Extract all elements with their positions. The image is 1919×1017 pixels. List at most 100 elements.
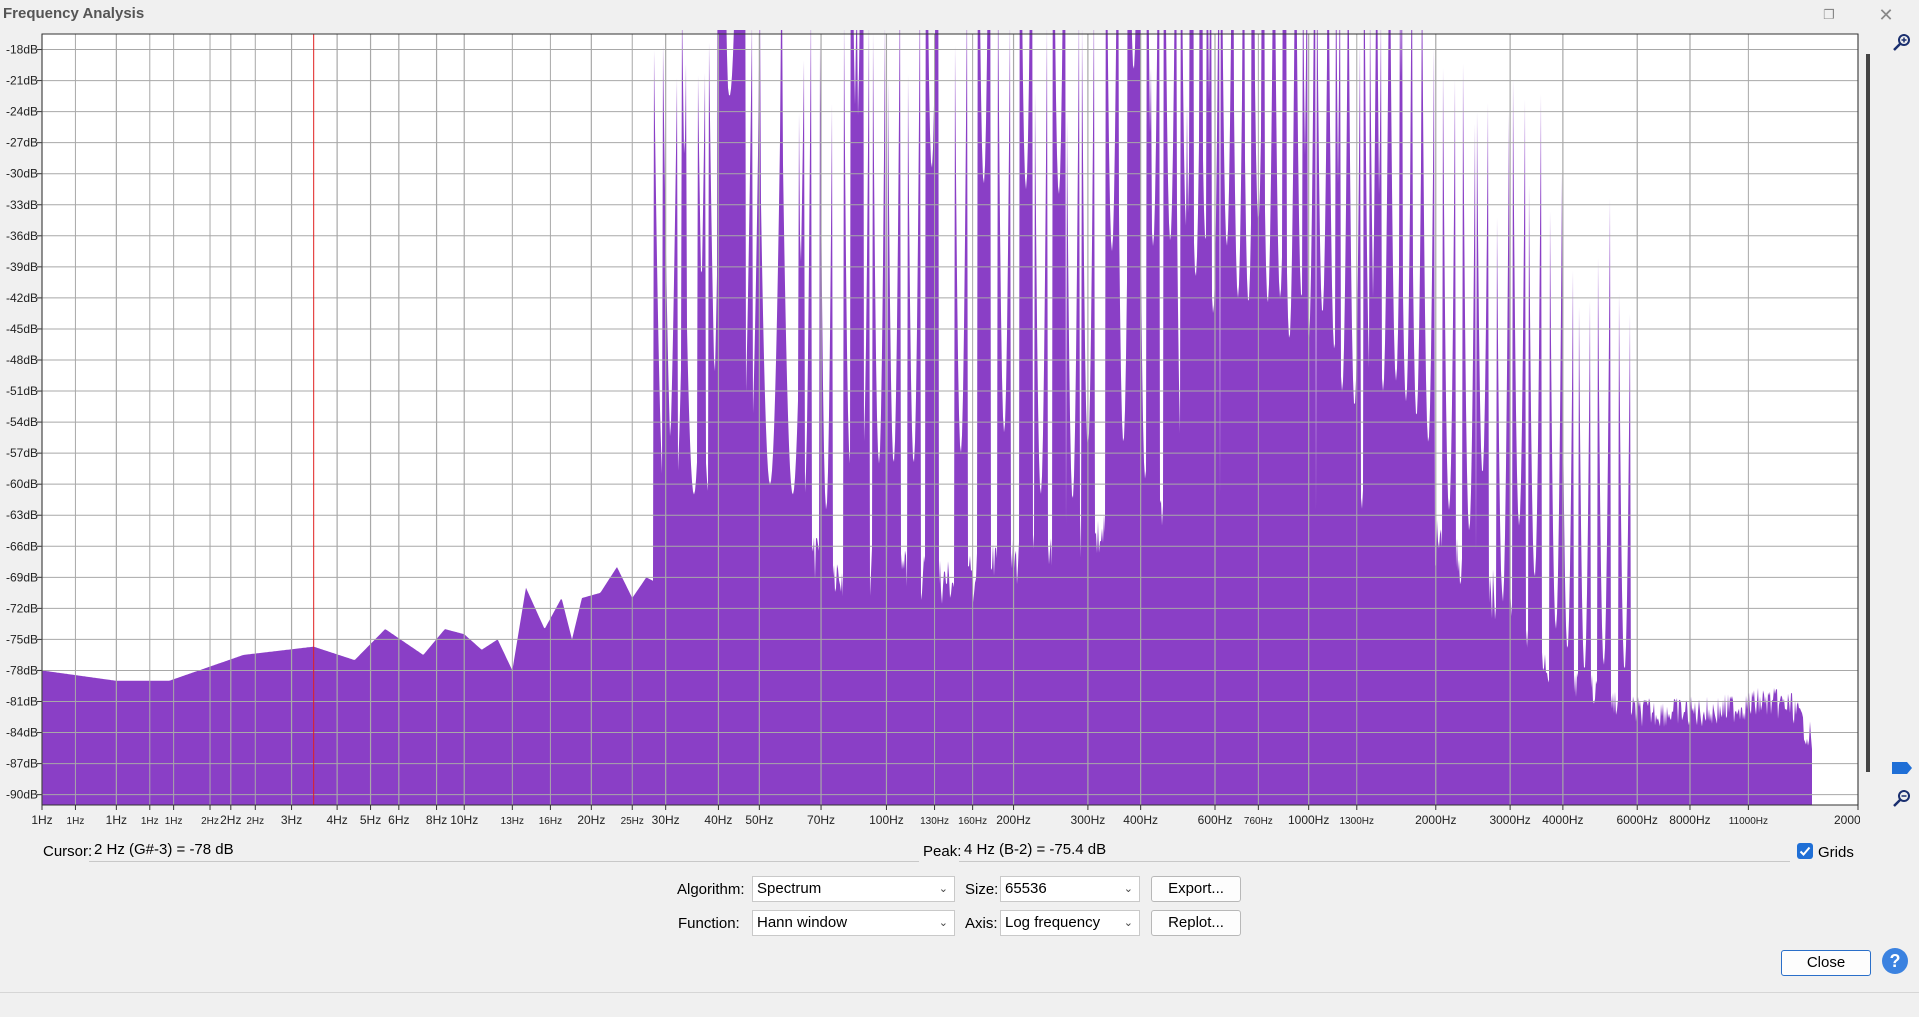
checkmark-icon	[1799, 846, 1811, 856]
status-divider	[0, 992, 1919, 993]
y-tick-label: -87dB	[6, 757, 38, 771]
x-tick-label: 70Hz	[807, 813, 835, 827]
size-label: Size:	[965, 881, 999, 898]
x-tick-label: 16Hz	[539, 816, 562, 827]
x-tick-label: 160Hz	[958, 816, 987, 827]
zoom-out-icon[interactable]	[1890, 786, 1914, 810]
x-tick-label: 760Hz	[1244, 816, 1273, 827]
x-tick-label: 25Hz	[621, 816, 644, 827]
x-tick-label: 11000Hz	[1729, 816, 1768, 827]
x-tick-label: 3000Hz	[1489, 813, 1530, 827]
y-tick-label: -69dB	[6, 570, 38, 584]
x-tick-label: 5Hz	[360, 813, 381, 827]
x-tick-label: 10Hz	[450, 813, 478, 827]
function-label: Function:	[678, 915, 740, 932]
close-icon[interactable]: ✕	[1868, 2, 1904, 28]
x-tick-label: 20000Hz	[1834, 813, 1860, 827]
zoom-slider-thumb[interactable]	[1890, 760, 1914, 776]
close-button[interactable]: Close	[1781, 950, 1871, 976]
export-button[interactable]: Export...	[1151, 876, 1241, 902]
x-tick-label: 6000Hz	[1617, 813, 1658, 827]
help-icon[interactable]: ?	[1882, 948, 1908, 974]
x-tick-label: 8Hz	[426, 813, 447, 827]
y-tick-label: -66dB	[6, 539, 38, 553]
y-tick-label: -84dB	[6, 726, 38, 740]
y-tick-label: -63dB	[6, 508, 38, 522]
spectrum-plot-area[interactable]: -18dB -21dB -24dB -27dB -30dB -33dB -36dB -39dB…	[0, 30, 1919, 830]
x-tick-label: 2Hz	[201, 816, 219, 827]
peak-label: Peak:	[923, 843, 962, 860]
axis-label: Axis:	[965, 915, 998, 932]
cursor-label: Cursor:	[43, 843, 93, 860]
axis-value: Log frequency	[1005, 914, 1101, 931]
axis-select[interactable]: Log frequency ⌄	[1000, 910, 1140, 936]
chevron-down-icon: ⌄	[938, 917, 948, 929]
y-tick-label: -27dB	[6, 136, 38, 150]
title-bar: Frequency Analysis ❐ ✕	[0, 0, 1919, 30]
y-tick-label: -33dB	[6, 198, 38, 212]
y-tick-label: -42dB	[6, 291, 38, 305]
algorithm-value: Spectrum	[757, 880, 822, 897]
x-tick-label: 1Hz	[106, 813, 127, 827]
chevron-down-icon: ⌄	[1123, 883, 1133, 895]
x-tick-label: 600Hz	[1198, 813, 1233, 827]
function-select[interactable]: Hann window ⌄	[752, 910, 955, 936]
algorithm-label: Algorithm:	[677, 881, 745, 898]
grids-checkbox[interactable]	[1797, 843, 1813, 859]
x-tick-label: 30Hz	[652, 813, 680, 827]
y-tick-label: -18dB	[6, 43, 38, 57]
x-tick-label: 400Hz	[1123, 813, 1158, 827]
x-tick-label: 200Hz	[996, 813, 1031, 827]
algorithm-select[interactable]: Spectrum ⌄	[752, 876, 955, 902]
y-tick-label: -60dB	[6, 477, 38, 491]
x-tick-label: 40Hz	[704, 813, 732, 827]
x-tick-label: 4000Hz	[1542, 813, 1583, 827]
size-select[interactable]: 65536 ⌄	[1000, 876, 1140, 902]
cursor-readout: 2 Hz (G#-3) = -78 dB	[89, 840, 919, 862]
x-tick-label: 20Hz	[577, 813, 605, 827]
y-tick-label: -21dB	[6, 74, 38, 88]
x-tick-label: 2Hz	[246, 816, 264, 827]
peak-readout: 4 Hz (B-2) = -75.4 dB	[959, 840, 1790, 862]
y-tick-label: -39dB	[6, 260, 38, 274]
x-tick-label: 130Hz	[920, 816, 949, 827]
x-tick-label: 4Hz	[326, 813, 347, 827]
chevron-down-icon: ⌄	[938, 883, 948, 895]
x-tick-label: 50Hz	[745, 813, 773, 827]
y-tick-label: -75dB	[6, 632, 38, 646]
y-tick-label: -36dB	[6, 229, 38, 243]
x-tick-label: 300Hz	[1071, 813, 1106, 827]
restore-icon[interactable]: ❐	[1811, 2, 1847, 28]
size-value: 65536	[1005, 880, 1047, 897]
spectrum-chart[interactable]: -18dB -21dB -24dB -27dB -30dB -33dB -36dB -39dB…	[0, 30, 1860, 830]
chevron-down-icon: ⌄	[1123, 917, 1133, 929]
function-value: Hann window	[757, 914, 848, 931]
zoom-in-icon[interactable]	[1890, 30, 1914, 54]
y-tick-label: -78dB	[6, 663, 38, 677]
x-tick-label: 6Hz	[388, 813, 409, 827]
replot-button[interactable]: Replot...	[1151, 910, 1241, 936]
x-tick-label: 1300Hz	[1340, 816, 1374, 827]
window-title: Frequency Analysis	[3, 5, 145, 22]
x-tick-label: 1Hz	[165, 816, 183, 827]
x-tick-label: 3Hz	[281, 813, 302, 827]
y-tick-label: -54dB	[6, 415, 38, 429]
y-tick-label: -51dB	[6, 384, 38, 398]
y-tick-label: -90dB	[6, 788, 38, 802]
y-tick-label: -57dB	[6, 446, 38, 460]
y-tick-label: -48dB	[6, 353, 38, 367]
y-tick-label: -24dB	[6, 105, 38, 119]
y-tick-label: -45dB	[6, 322, 38, 336]
y-tick-label: -30dB	[6, 167, 38, 181]
x-tick-label: 1Hz	[31, 813, 52, 827]
x-tick-label: 1Hz	[67, 816, 85, 827]
x-tick-label: 1Hz	[141, 816, 159, 827]
x-tick-label: 100Hz	[869, 813, 904, 827]
x-tick-label: 2000Hz	[1415, 813, 1456, 827]
grids-label: Grids	[1818, 844, 1854, 861]
x-tick-label: 8000Hz	[1669, 813, 1710, 827]
x-tick-label: 2Hz	[220, 813, 241, 827]
y-tick-label: -81dB	[6, 695, 38, 709]
x-tick-label: 1000Hz	[1288, 813, 1329, 827]
vertical-scrollbar[interactable]	[1866, 54, 1870, 772]
